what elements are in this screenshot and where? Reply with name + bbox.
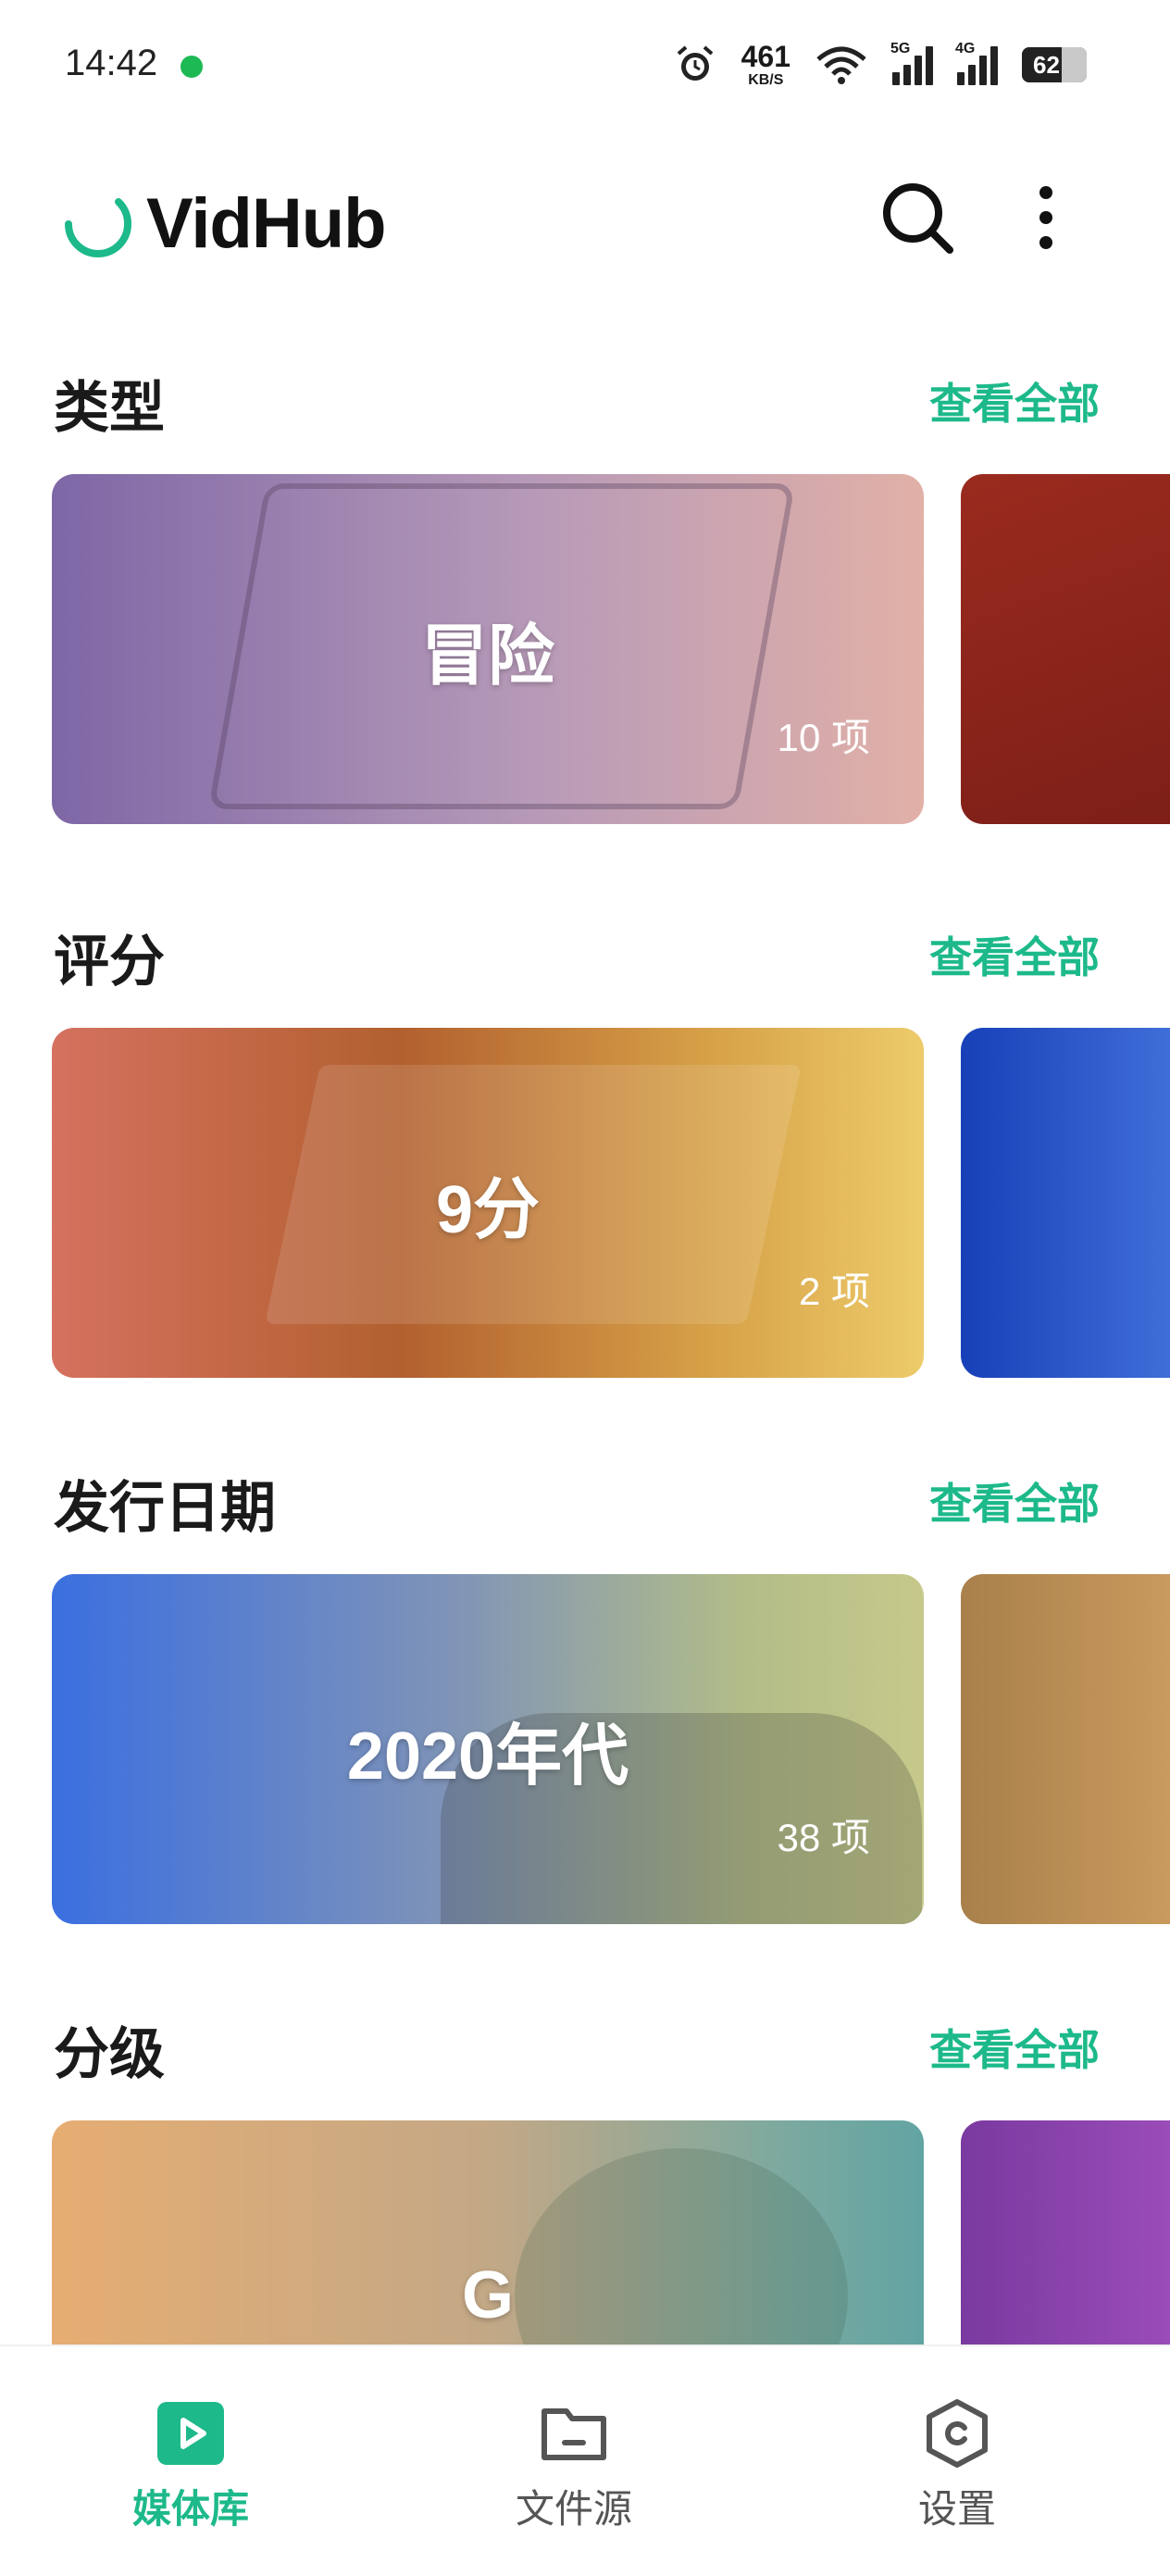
app-header: VidHub xyxy=(0,167,1170,278)
category-card-next[interactable] xyxy=(961,1574,1170,1924)
nav-item-file-source[interactable]: 文件源 xyxy=(481,2396,666,2534)
see-all-link[interactable]: 查看全部 xyxy=(929,1470,1100,1532)
signal-4g-icon: 4G xyxy=(955,41,998,85)
category-card[interactable]: 9分 2 项 xyxy=(52,1028,924,1378)
search-icon xyxy=(883,183,953,254)
section-genre: 类型 查看全部 冒险 10 项 xyxy=(0,363,1170,882)
card-count: 2 项 xyxy=(798,1269,870,1313)
section-title: 评分 xyxy=(54,930,165,994)
category-card-next[interactable] xyxy=(961,474,1170,824)
card-count: 38 项 xyxy=(777,1816,870,1859)
card-label: 9分 xyxy=(435,1172,541,1247)
section-title: 发行日期 xyxy=(54,1476,276,1541)
signal-5g-label: 5G xyxy=(890,41,911,56)
network-speed: 461 KB/S xyxy=(741,42,790,88)
nav-item-library[interactable]: 媒体库 xyxy=(98,2396,283,2534)
see-all-link[interactable]: 查看全部 xyxy=(929,924,1100,985)
more-vertical-icon xyxy=(1039,186,1052,249)
wifi-icon xyxy=(816,46,866,84)
see-all-link[interactable]: 查看全部 xyxy=(929,370,1100,431)
settings-hexagon-icon xyxy=(927,2399,988,2468)
section-release-date: 发行日期 查看全部 2020年代 38 项 xyxy=(0,1463,1170,1982)
battery-level: 62 xyxy=(1033,50,1060,79)
status-bar: 14:42 461 KB/S 5G 4G 62 xyxy=(0,0,1170,130)
app-logo: VidHub xyxy=(61,183,387,264)
network-speed-value: 461 xyxy=(741,40,790,73)
battery-icon: 62 xyxy=(1022,47,1087,82)
nav-label: 媒体库 xyxy=(131,2486,249,2532)
signal-4g-label: 4G xyxy=(955,41,976,56)
bottom-nav: 媒体库 文件源 设置 xyxy=(0,2345,1170,2576)
section-rating: 评分 查看全部 9分 2 项 xyxy=(0,917,1170,1435)
more-options-button[interactable] xyxy=(1018,176,1074,259)
alarm-icon xyxy=(677,45,713,81)
card-label: 2020年代 xyxy=(346,1719,629,1794)
signal-5g-icon: 5G xyxy=(890,41,933,85)
app-name: VidHub xyxy=(146,184,387,263)
vidhub-logo-icon xyxy=(65,197,131,257)
card-count: 10 项 xyxy=(777,716,870,759)
search-button[interactable] xyxy=(876,176,959,259)
nav-item-settings[interactable]: 设置 xyxy=(865,2396,1050,2534)
category-card-next[interactable] xyxy=(961,1028,1170,1378)
network-speed-unit: KB/S xyxy=(748,72,784,88)
nav-label: 设置 xyxy=(917,2486,996,2532)
section-title: 分级 xyxy=(54,2022,165,2087)
play-library-icon xyxy=(157,2402,224,2465)
category-card[interactable]: 2020年代 38 项 xyxy=(52,1574,924,1924)
folder-icon xyxy=(541,2408,606,2460)
category-card[interactable]: 冒险 10 项 xyxy=(52,474,924,824)
see-all-link[interactable]: 查看全部 xyxy=(929,2017,1100,2078)
section-title: 类型 xyxy=(54,376,165,441)
notification-dot-icon xyxy=(180,56,203,78)
card-label: 冒险 xyxy=(420,619,554,694)
nav-label: 文件源 xyxy=(515,2486,632,2532)
status-time: 14:42 xyxy=(65,43,158,83)
status-indicators: 461 KB/S 5G 4G 62 xyxy=(673,37,1087,93)
